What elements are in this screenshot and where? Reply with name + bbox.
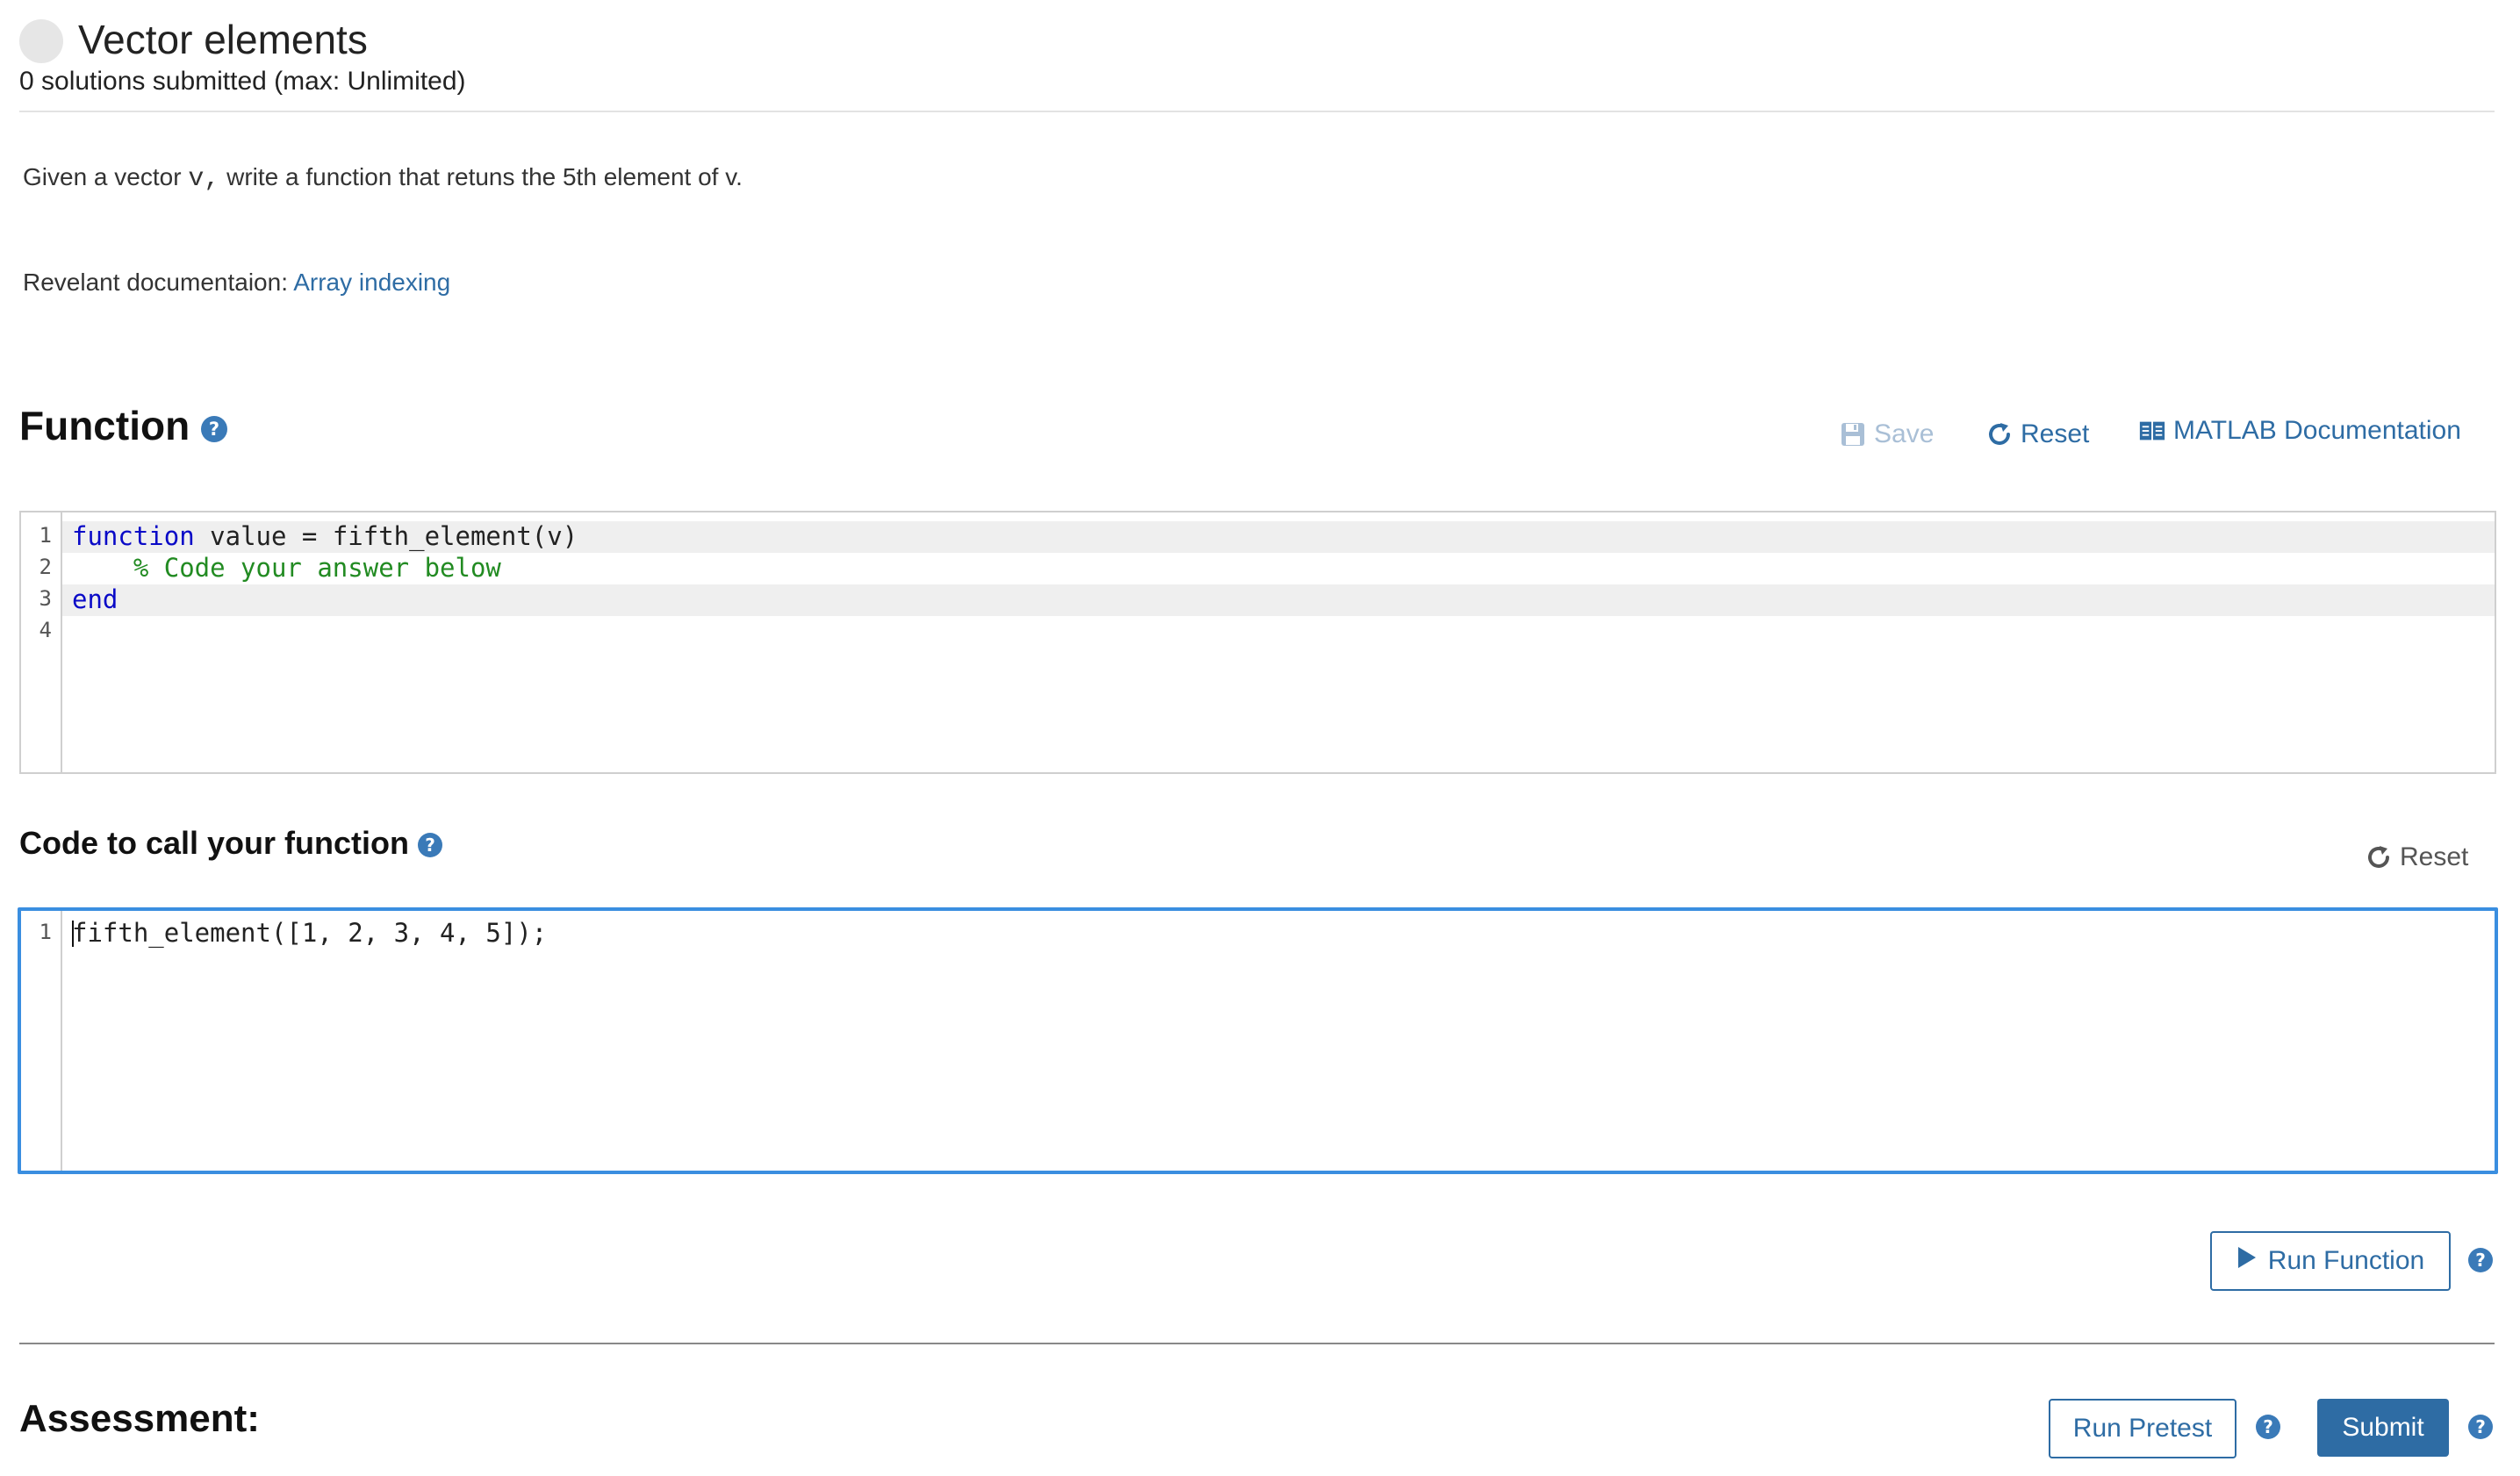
problem-description: Given a vector v, write a function that … (23, 163, 743, 194)
submission-count: 0 solutions submitted (max: Unlimited) (19, 67, 466, 96)
run-function-help-icon[interactable]: ? (2468, 1248, 2493, 1272)
function-heading: Function ? (19, 402, 227, 449)
line-number: 2 (39, 555, 52, 579)
book-icon (2138, 417, 2166, 445)
line-number: 1 (39, 920, 52, 944)
code-line-1: function value = fifth_element(v) (72, 521, 578, 551)
matlab-documentation-link[interactable]: MATLAB Documentation (2138, 416, 2461, 446)
problem-title: Vector elements (78, 17, 368, 62)
documentation-line: Revelant documentaion: Array indexing (23, 269, 451, 296)
header-divider (19, 111, 2495, 112)
function-help-icon[interactable]: ? (200, 415, 227, 442)
call-help-icon[interactable]: ? (418, 833, 443, 858)
line-number: 3 (39, 586, 52, 611)
page: Vector elements 0 solutions submitted (m… (0, 0, 2520, 1476)
line-number-gutter: 1 2 3 4 (21, 512, 62, 772)
code-line-3: end (72, 584, 118, 614)
function-reset-button[interactable]: Reset (1985, 419, 2089, 449)
line-highlight (62, 584, 2495, 616)
call-code-line-1: fifth_element([1, 2, 3, 4, 5]); (72, 918, 548, 948)
line-number: 4 (39, 618, 52, 642)
function-code-editor[interactable]: 1 2 3 4 function value = fifth_element(v… (19, 511, 2496, 774)
run-pretest-button[interactable]: Run Pretest (2049, 1399, 2236, 1458)
floppy-disk-icon (1839, 420, 1867, 448)
section-divider (19, 1343, 2495, 1344)
run-pretest-help-icon[interactable]: ? (2256, 1415, 2280, 1439)
code-line-2: % Code your answer below (72, 553, 501, 583)
call-reset-button[interactable]: Reset (2365, 842, 2468, 872)
variable-name: v, (188, 164, 220, 194)
line-number-gutter: 1 (21, 911, 62, 1171)
refresh-icon (1985, 420, 2014, 448)
call-code-heading: Code to call your function ? (19, 825, 443, 862)
submit-button[interactable]: Submit (2317, 1399, 2449, 1457)
call-code-editor[interactable]: 1 fifth_element([1, 2, 3, 4, 5]); (18, 907, 2498, 1174)
line-number: 1 (39, 523, 52, 548)
array-indexing-link[interactable]: Array indexing (293, 269, 450, 296)
save-button[interactable]: Save (1839, 419, 1934, 449)
refresh-icon (2365, 843, 2393, 871)
status-indicator (19, 19, 63, 63)
submit-help-icon[interactable]: ? (2468, 1415, 2493, 1439)
run-function-button[interactable]: Run Function (2210, 1231, 2451, 1291)
play-icon (2236, 1246, 2258, 1276)
assessment-heading: Assessment: (19, 1397, 260, 1440)
